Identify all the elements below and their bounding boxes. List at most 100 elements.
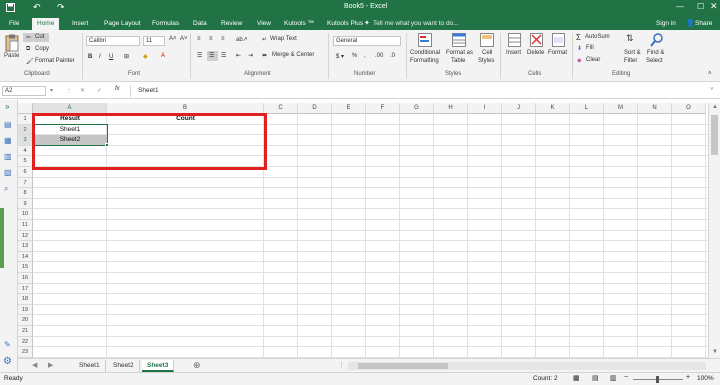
- row-header[interactable]: 1: [18, 114, 33, 125]
- row-header[interactable]: 5: [18, 156, 33, 167]
- row-header[interactable]: 8: [18, 188, 33, 199]
- conditional-formatting-icon[interactable]: [418, 33, 432, 47]
- scroll-down-icon[interactable]: ▼: [712, 349, 718, 355]
- tab-page-layout[interactable]: Page Layout: [99, 18, 146, 30]
- horizontal-scrollbar[interactable]: [348, 362, 706, 370]
- share-button[interactable]: Share: [695, 20, 712, 27]
- minimize-icon[interactable]: —: [676, 2, 684, 11]
- next-sheet-icon[interactable]: ▶: [48, 361, 53, 369]
- sheet-tab-2[interactable]: Sheet2: [108, 360, 140, 372]
- fill-button[interactable]: Fill: [586, 45, 594, 51]
- borders-icon[interactable]: ⊞: [124, 53, 129, 60]
- page-layout-view-icon[interactable]: ▤: [592, 374, 599, 382]
- format-painter-button[interactable]: Format Painter: [35, 58, 75, 64]
- wrap-text-button[interactable]: Wrap Text: [270, 36, 297, 42]
- align-top-icon[interactable]: ≡: [197, 36, 201, 42]
- column-header-c[interactable]: C: [264, 103, 298, 114]
- column-header-h[interactable]: H: [434, 103, 468, 114]
- comma-icon[interactable]: ,: [364, 53, 366, 59]
- column-header-l[interactable]: L: [570, 103, 604, 114]
- tab-kutools[interactable]: Kutools ™: [279, 18, 319, 30]
- redo-icon[interactable]: ↷: [57, 2, 65, 13]
- column-header-m[interactable]: M: [604, 103, 638, 114]
- select-all-corner[interactable]: [18, 103, 33, 114]
- currency-icon[interactable]: $ ▾: [336, 53, 344, 60]
- increase-decimal-icon[interactable]: .00: [375, 53, 383, 59]
- normal-view-icon[interactable]: ▦: [573, 374, 580, 382]
- column-header-i[interactable]: I: [468, 103, 502, 114]
- row-header[interactable]: 16: [18, 273, 33, 284]
- tab-home[interactable]: Home: [32, 18, 60, 30]
- row-header[interactable]: 12: [18, 230, 33, 242]
- collapse-ribbon-icon[interactable]: ˄: [708, 71, 712, 77]
- maximize-icon[interactable]: ☐: [697, 2, 704, 11]
- paste-icon[interactable]: [5, 34, 19, 52]
- row-header[interactable]: 4: [18, 145, 33, 157]
- column-header-j[interactable]: J: [502, 103, 536, 114]
- cell-styles-icon[interactable]: [480, 33, 494, 47]
- column-header-f[interactable]: F: [366, 103, 400, 114]
- row-header[interactable]: 17: [18, 283, 33, 295]
- row-header[interactable]: 20: [18, 315, 33, 326]
- scroll-up-icon[interactable]: ▲: [712, 104, 718, 110]
- number-format-select[interactable]: General: [333, 36, 401, 46]
- zoom-out-icon[interactable]: −: [624, 374, 628, 381]
- tab-data[interactable]: Data: [188, 18, 212, 30]
- delete-cells-icon[interactable]: [530, 33, 543, 47]
- align-center-icon[interactable]: ☰: [209, 52, 214, 59]
- column-list-icon[interactable]: ▧: [4, 168, 12, 177]
- column-header-n[interactable]: N: [638, 103, 672, 114]
- sheet-tab-3[interactable]: Sheet3: [142, 360, 175, 372]
- font-color-icon[interactable]: A: [161, 53, 165, 59]
- italic-icon[interactable]: I: [99, 54, 101, 60]
- zoom-level[interactable]: 100%: [697, 375, 714, 382]
- align-right-icon[interactable]: ☰: [221, 52, 226, 59]
- new-sheet-icon[interactable]: ⊕: [193, 360, 201, 371]
- autotext-icon[interactable]: ▥: [4, 152, 12, 161]
- row-header[interactable]: 7: [18, 177, 33, 189]
- tell-me-box[interactable]: Tell me what you want to do...: [373, 20, 459, 27]
- shrink-font-icon[interactable]: A˅: [180, 36, 188, 42]
- align-bottom-icon[interactable]: ≡: [221, 36, 225, 42]
- column-header-k[interactable]: K: [536, 103, 570, 114]
- row-header[interactable]: 22: [18, 336, 33, 348]
- format-cells-button[interactable]: Format: [548, 50, 567, 56]
- sheet-list-icon[interactable]: ▦: [4, 136, 12, 145]
- format-as-table-button[interactable]: Format as: [446, 50, 473, 56]
- cell-styles-button[interactable]: Cell: [482, 50, 492, 56]
- delete-cells-button[interactable]: Delete: [527, 50, 544, 56]
- row-header[interactable]: 2: [18, 124, 33, 136]
- decrease-indent-icon[interactable]: ⇤: [236, 52, 241, 59]
- row-header[interactable]: 13: [18, 241, 33, 252]
- conditional-formatting-button[interactable]: Conditional: [410, 50, 440, 56]
- close-icon[interactable]: ✕: [710, 1, 718, 12]
- row-header[interactable]: 3: [18, 135, 33, 146]
- row-header[interactable]: 18: [18, 294, 33, 305]
- column-header-o[interactable]: O: [672, 103, 706, 114]
- cut-button[interactable]: Cut: [35, 34, 44, 40]
- grow-font-icon[interactable]: A˄: [169, 36, 177, 42]
- cancel-icon[interactable]: ✕: [80, 87, 85, 94]
- paste-button[interactable]: Paste: [4, 53, 19, 59]
- align-middle-icon[interactable]: ≡: [209, 36, 213, 42]
- percent-icon[interactable]: %: [352, 53, 357, 59]
- row-header[interactable]: 23: [18, 347, 33, 358]
- row-header[interactable]: 21: [18, 326, 33, 337]
- sort-filter-button[interactable]: Sort &: [624, 50, 641, 56]
- row-header[interactable]: 14: [18, 251, 33, 263]
- tab-review[interactable]: Review: [216, 18, 247, 30]
- insert-cells-button[interactable]: Insert: [506, 50, 521, 56]
- font-size-select[interactable]: 11: [143, 36, 165, 46]
- page-break-view-icon[interactable]: ▥: [610, 374, 617, 382]
- vertical-scrollbar[interactable]: ▲ ▼: [708, 103, 720, 358]
- tab-split-handle[interactable]: ⋮: [338, 361, 345, 369]
- horizontal-scroll-thumb[interactable]: [358, 363, 448, 369]
- name-box[interactable]: A2: [2, 86, 46, 96]
- format-as-table-icon[interactable]: [452, 33, 466, 47]
- underline-icon[interactable]: U: [109, 54, 113, 60]
- find-select-icon[interactable]: [650, 33, 664, 47]
- find-select-button[interactable]: Find &: [647, 50, 664, 56]
- settings-gear-icon[interactable]: ⚙: [3, 356, 12, 367]
- row-header[interactable]: 19: [18, 304, 33, 316]
- expand-pane-icon[interactable]: »: [5, 102, 9, 111]
